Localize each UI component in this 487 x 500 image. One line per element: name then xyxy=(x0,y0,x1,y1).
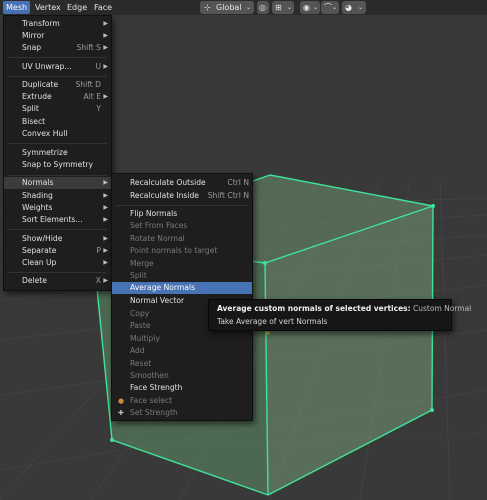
normals-face-strength[interactable]: Face Strength xyxy=(112,382,252,394)
tooltip-title: Average custom normals of selected verti… xyxy=(217,304,411,313)
snap-toggle[interactable]: ⊞ ⌄ xyxy=(272,1,294,14)
chevron-right-icon: ▶ xyxy=(103,63,108,70)
normals-reset[interactable]: Reset xyxy=(112,358,252,370)
mesh-menu-snap[interactable]: Snap Shift S ▶ xyxy=(4,42,111,54)
snap-icon: ⊞ xyxy=(275,3,282,12)
tooltip-title-line: Average custom normals of selected verti… xyxy=(217,304,471,313)
viewport-header: Mesh Vertex Edge Face ⊹ Global ⌄ ◎ ⊞ ⌄ ◉… xyxy=(0,0,487,15)
mesh-menu-weights[interactable]: Weights ▶ xyxy=(4,202,111,214)
orientation-label: Global xyxy=(216,3,242,12)
normals-average[interactable]: Average Normals xyxy=(112,282,252,294)
normals-submenu: Recalculate Outside Ctrl N Recalculate In… xyxy=(111,173,253,421)
chevron-down-icon: ⌄ xyxy=(331,4,337,11)
normals-smoothen[interactable]: Smoothen xyxy=(112,370,252,382)
mesh-menu-delete[interactable]: Delete X ▶ xyxy=(4,275,111,287)
mesh-menu-split[interactable]: Split Y xyxy=(4,103,111,115)
mesh-menu-symmetrize[interactable]: Symmetrize xyxy=(4,147,111,159)
menu-divider xyxy=(116,205,248,206)
mesh-menu-shading[interactable]: Shading ▶ xyxy=(4,190,111,202)
menu-face[interactable]: Face xyxy=(91,1,115,14)
normals-rotate[interactable]: Rotate Normal xyxy=(112,233,252,245)
mesh-menu-clean-up[interactable]: Clean Up ▶ xyxy=(4,257,111,269)
mesh-menu-extrude[interactable]: Extrude Alt E ▶ xyxy=(4,91,111,103)
normals-add[interactable]: Add xyxy=(112,345,252,357)
chevron-right-icon: ▶ xyxy=(103,216,108,223)
overlay-toggle[interactable]: ◕ ⌄ xyxy=(342,1,366,14)
tooltip-description: Take Average of vert Normals xyxy=(217,317,328,326)
normals-flip[interactable]: Flip Normals xyxy=(112,208,252,220)
proportional-editing-toggle[interactable]: ◉ ⌄ xyxy=(300,1,320,14)
normals-set-from-faces[interactable]: Set From Faces xyxy=(112,220,252,232)
chevron-down-icon: ⌄ xyxy=(245,4,251,11)
pivot-point-button[interactable]: ◎ xyxy=(257,1,269,14)
mesh-menu-uv-unwrap[interactable]: UV Unwrap... U ▶ xyxy=(4,61,111,73)
menu-divider xyxy=(8,272,107,273)
orientation-icon: ⊹ xyxy=(204,3,211,12)
chevron-right-icon: ▶ xyxy=(103,204,108,211)
chevron-right-icon: ▶ xyxy=(103,235,108,242)
mesh-menu-mirror[interactable]: Mirror ▶ xyxy=(4,30,111,42)
chevron-right-icon: ▶ xyxy=(103,277,108,284)
normals-multiply[interactable]: Multiply xyxy=(112,333,252,345)
mesh-menu-separate[interactable]: Separate P ▶ xyxy=(4,245,111,257)
normals-split[interactable]: Split xyxy=(112,270,252,282)
chevron-right-icon: ▶ xyxy=(103,259,108,266)
menu-divider xyxy=(8,229,107,230)
normals-set-strength[interactable]: ✚ Set Strength xyxy=(112,407,252,419)
mesh-menu-duplicate[interactable]: Duplicate Shift D xyxy=(4,79,111,91)
falloff-curve-icon: ⌒ xyxy=(324,3,332,12)
chevron-right-icon: ▶ xyxy=(103,93,108,100)
falloff-dropdown[interactable]: ⌒ ⌄ xyxy=(321,1,339,14)
plus-icon: ✚ xyxy=(118,409,124,417)
pivot-icon: ◎ xyxy=(259,3,266,12)
proportional-icon: ◉ xyxy=(303,3,310,12)
mesh-menu: Transform ▶ Mirror ▶ Snap Shift S ▶ UV Unwra… xyxy=(3,15,112,291)
chevron-right-icon: ▶ xyxy=(103,32,108,39)
tooltip-value: Custom Normal xyxy=(413,304,472,313)
chevron-down-icon: ⌄ xyxy=(312,4,318,11)
chevron-right-icon: ▶ xyxy=(103,44,108,51)
normals-recalculate-inside[interactable]: Recalculate Inside Shift Ctrl N xyxy=(112,190,252,202)
chevron-down-icon: ⌄ xyxy=(286,4,292,11)
menu-mesh[interactable]: Mesh xyxy=(3,1,31,14)
tooltip: Average custom normals of selected verti… xyxy=(208,299,471,331)
object-origin xyxy=(266,331,270,335)
chevron-right-icon: ▶ xyxy=(103,179,108,186)
mesh-menu-snap-to-symmetry[interactable]: Snap to Symmetry xyxy=(4,159,111,171)
overlay-icon: ◕ xyxy=(345,3,352,12)
mesh-menu-show-hide[interactable]: Show/Hide ▶ xyxy=(4,233,111,245)
normals-face-select[interactable]: ● Face select xyxy=(112,395,252,407)
chevron-right-icon: ▶ xyxy=(103,192,108,199)
mesh-menu-sort-elements[interactable]: Sort Elements... ▶ xyxy=(4,214,111,226)
transform-orientation-dropdown[interactable]: ⊹ Global ⌄ xyxy=(200,1,254,14)
menu-divider xyxy=(8,175,107,176)
menu-divider xyxy=(8,57,107,58)
normals-point-to-target[interactable]: Point normals to target xyxy=(112,245,252,257)
face-select-icon: ● xyxy=(118,397,125,405)
mesh-menu-convex-hull[interactable]: Convex Hull xyxy=(4,128,111,140)
menu-vertex[interactable]: Vertex xyxy=(32,1,64,14)
chevron-right-icon: ▶ xyxy=(103,20,108,27)
mesh-menu-transform[interactable]: Transform ▶ xyxy=(4,18,111,30)
mesh-menu-normals[interactable]: Normals ▶ xyxy=(4,177,111,189)
menu-edge[interactable]: Edge xyxy=(64,1,90,14)
menu-divider xyxy=(8,143,107,144)
normals-recalculate-outside[interactable]: Recalculate Outside Ctrl N xyxy=(112,177,252,189)
chevron-down-icon: ⌄ xyxy=(357,4,363,11)
menu-divider xyxy=(8,76,107,77)
mesh-menu-bisect[interactable]: Bisect xyxy=(4,116,111,128)
chevron-right-icon: ▶ xyxy=(103,247,108,254)
normals-merge[interactable]: Merge xyxy=(112,258,252,270)
